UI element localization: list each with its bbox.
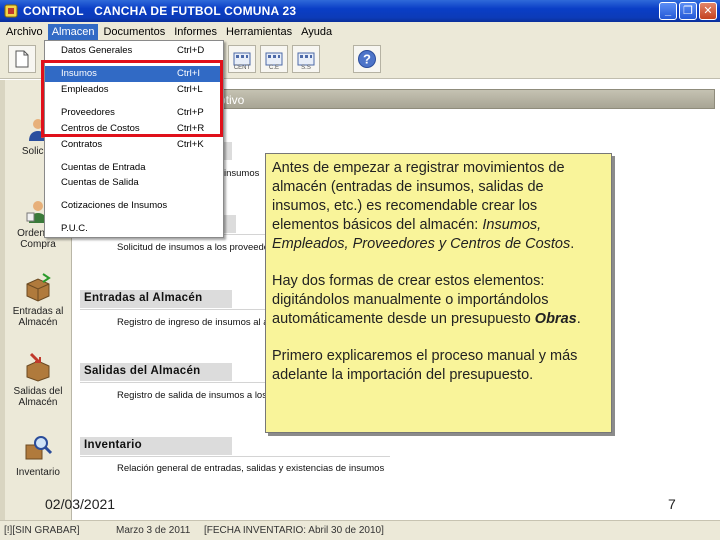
note-paragraph: Hay dos formas de crear estos elementos:… xyxy=(272,273,581,327)
box-out-icon xyxy=(26,352,50,382)
menu-ayuda[interactable]: Ayuda xyxy=(297,24,336,40)
app-icon xyxy=(4,4,18,18)
close-button[interactable]: ✕ xyxy=(699,2,717,20)
grid-icon xyxy=(265,52,283,66)
sidebar-label: Salidas del Almacén xyxy=(13,386,63,408)
section-divider xyxy=(80,456,390,457)
help-button[interactable]: ? xyxy=(353,45,381,73)
section-desc: Solicitud de insumos a los proveedores xyxy=(117,242,283,253)
cent-button[interactable]: CENT xyxy=(228,45,256,73)
magnifier-icon xyxy=(25,436,53,460)
minimize-button[interactable]: _ xyxy=(659,2,677,20)
menu-separator xyxy=(49,156,219,157)
menu-separator xyxy=(49,194,219,195)
menu-documentos[interactable]: Documentos xyxy=(99,24,169,40)
section-title: Entradas al Almacén xyxy=(80,290,232,308)
section-title: Salidas del Almacén xyxy=(80,363,232,381)
menu-item-datos-generales[interactable]: Datos Generales Ctrl+D xyxy=(45,43,223,59)
section-desc: insumos xyxy=(224,168,260,179)
menu-item-cuentas-salida[interactable]: Cuentas de Salida xyxy=(45,175,223,191)
menu-item-cotizaciones[interactable]: Cotizaciones de Insumos xyxy=(45,198,223,214)
status-inventory-date: [FECHA INVENTARIO: Abril 30 de 2010] xyxy=(204,525,384,536)
svg-text:?: ? xyxy=(363,52,371,67)
ce-button[interactable]: C.E xyxy=(260,45,288,73)
ss-button[interactable]: S.S xyxy=(292,45,320,73)
menu-almacen[interactable]: Almacen xyxy=(47,23,99,40)
menu-item-puc[interactable]: P.U.C. xyxy=(45,221,223,237)
sidebar-item-entradas[interactable]: Entradas al Almacén xyxy=(6,272,70,328)
menu-item-cuentas-entrada[interactable]: Cuentas de Entrada xyxy=(45,160,223,176)
section-desc: Relación general de entradas, salidas y … xyxy=(117,463,385,474)
menu-separator xyxy=(49,217,219,218)
menu-archivo[interactable]: Archivo xyxy=(2,24,47,40)
new-document-button[interactable] xyxy=(8,45,36,73)
menu-herramientas[interactable]: Herramientas xyxy=(222,24,296,40)
ss-label: S.S xyxy=(301,65,311,71)
help-icon: ? xyxy=(358,50,376,68)
note-paragraph: Primero explicaremos el proceso manual y… xyxy=(272,348,578,383)
content-header: ptivo xyxy=(200,89,715,109)
note-paragraph: Antes de empezar a registrar movimientos… xyxy=(272,160,575,252)
menu-item-contratos[interactable]: Contratos Ctrl+K xyxy=(45,137,223,153)
status-save-state: [!][SIN GRABAR] xyxy=(4,525,80,536)
grid-icon xyxy=(297,52,315,66)
box-in-icon xyxy=(26,273,51,302)
sidebar-label: Inventario xyxy=(16,467,60,478)
explanation-note: Antes de empezar a registrar movimientos… xyxy=(265,153,612,433)
menu-bar: Archivo Almacen Documentos Informes Herr… xyxy=(0,22,720,41)
restore-button[interactable]: ❐ xyxy=(679,2,697,20)
sidebar-edge xyxy=(0,80,5,520)
slide-date: 02/03/2021 xyxy=(45,496,116,512)
document-icon xyxy=(15,50,29,68)
sidebar-item-salidas[interactable]: Salidas del Almacén xyxy=(6,352,70,408)
section-title: Inventario xyxy=(80,437,232,455)
cent-label: CENT xyxy=(233,65,251,71)
status-date: Marzo 3 de 2011 xyxy=(116,525,191,536)
status-bar: [!][SIN GRABAR] Marzo 3 de 2011 [FECHA I… xyxy=(0,520,720,540)
highlight-box xyxy=(41,60,223,137)
grid-icon xyxy=(233,52,251,66)
window-title: CONTROL CANCHA DE FUTBOL COMUNA 23 xyxy=(23,4,297,18)
sidebar-item-inventario[interactable]: Inventario xyxy=(6,433,70,478)
title-bar: CONTROL CANCHA DE FUTBOL COMUNA 23 _ ❐ ✕ xyxy=(0,0,720,22)
slide-number: 7 xyxy=(668,496,676,512)
sidebar-label: Entradas al Almacén xyxy=(12,306,64,328)
menu-informes[interactable]: Informes xyxy=(170,24,221,40)
ce-label: C.E xyxy=(268,65,279,71)
